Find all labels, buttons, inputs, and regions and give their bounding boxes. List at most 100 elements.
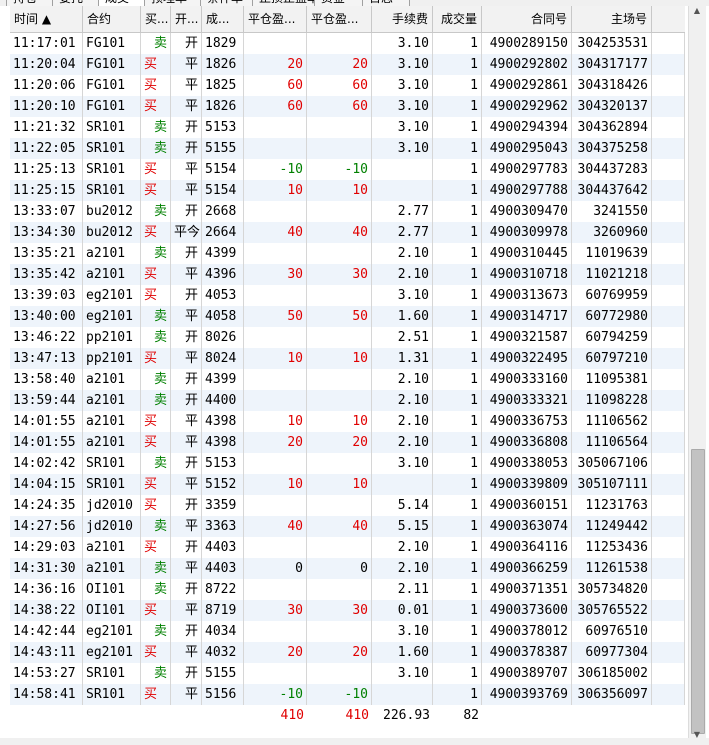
cell-order-id: 4900295043 bbox=[482, 138, 572, 159]
col-order-id-header[interactable]: 合同号 bbox=[482, 6, 572, 32]
vertical-scrollbar[interactable]: ▲ ▼ bbox=[688, 6, 706, 740]
table-row[interactable]: 14:04:15 SR101 买平 5152 10 10 1 4900339809 305107… bbox=[10, 474, 685, 495]
cell--spare bbox=[652, 96, 685, 117]
cell-time: 14:31:30 bbox=[10, 558, 83, 579]
col-time-header[interactable]: 时间 ▲ bbox=[10, 6, 83, 32]
cell-volume: 1 bbox=[433, 159, 482, 180]
scrollbar-thumb[interactable] bbox=[691, 449, 705, 734]
table-row[interactable]: 11:25:13 SR101 买平 5154 -10 -10 1 4900297783 3044… bbox=[10, 159, 685, 180]
col-offset-header[interactable]: 开... bbox=[171, 6, 202, 32]
cell-pnl: 40 bbox=[244, 516, 307, 537]
table-row[interactable]: 11:17:01 FG101 卖开 1829 3.10 1 4900289150 304253… bbox=[10, 33, 685, 54]
scroll-up-icon[interactable]: ▲ bbox=[691, 6, 703, 16]
table-row[interactable]: 11:20:10 FG101 买平 1826 60 60 3.10 1 4900292962 30… bbox=[10, 96, 685, 117]
table-row[interactable]: 11:20:04 FG101 买平 1826 20 20 3.10 1 4900292802 30… bbox=[10, 54, 685, 75]
table-row[interactable]: 11:21:32 SR101 卖开 5153 3.10 1 4900294394 304362… bbox=[10, 117, 685, 138]
cell-pnl: 10 bbox=[244, 474, 307, 495]
cell-exch-id: 304437642 bbox=[572, 180, 652, 201]
cell-price: 5154 bbox=[202, 180, 244, 201]
cell-offset: 开 bbox=[171, 138, 202, 159]
col-fee-header[interactable]: 手续费 bbox=[372, 6, 433, 32]
cell-exch-id: 60977304 bbox=[572, 642, 652, 663]
table-row[interactable]: 14:31:30 a2101 卖平 4403 0 0 2.10 1 4900366259 1126… bbox=[10, 558, 685, 579]
table-row[interactable]: 14:01:55 a2101 买平 4398 20 20 2.10 1 4900336808 11… bbox=[10, 432, 685, 453]
cell-fee: 2.10 bbox=[372, 411, 433, 432]
col-pnl-header[interactable]: 平仓盈... bbox=[244, 6, 307, 32]
table-row[interactable]: 13:46:22 pp2101 卖开 8026 2.51 1 4900321587 60794… bbox=[10, 327, 685, 348]
table-row[interactable]: 11:25:15 SR101 买平 5154 10 10 1 4900297788 304437… bbox=[10, 180, 685, 201]
cell-order-id: 4900297783 bbox=[482, 159, 572, 180]
table-row[interactable]: 13:33:07 bu2012 卖开 2668 2.77 1 4900309470 32415… bbox=[10, 201, 685, 222]
cell-offset: 开 bbox=[171, 537, 202, 558]
table-row[interactable]: 14:36:16 OI101 卖开 8722 2.11 1 4900371351 305734… bbox=[10, 579, 685, 600]
cell-fee: 2.10 bbox=[372, 369, 433, 390]
table-row[interactable]: 14:38:22 OI101 买平 8719 30 30 0.01 1 4900373600 30… bbox=[10, 600, 685, 621]
cell-pnl2 bbox=[307, 390, 372, 411]
table-row[interactable]: 14:29:03 a2101 买开 4403 2.10 1 4900364116 112534… bbox=[10, 537, 685, 558]
cell-price: 4403 bbox=[202, 558, 244, 579]
cell-price: 8024 bbox=[202, 348, 244, 369]
cell-volume: 1 bbox=[433, 411, 482, 432]
cell-contract: bu2012 bbox=[83, 201, 141, 222]
col-contract-header[interactable]: 合约 bbox=[83, 6, 141, 32]
cell-time: 11:25:15 bbox=[10, 180, 83, 201]
table-row[interactable]: 14:27:56 jd2010 卖平 3363 40 40 5.15 1 4900363074 1… bbox=[10, 516, 685, 537]
table-row[interactable]: 13:34:30 bu2012 买平今 2664 40 40 2.77 1 4900309978… bbox=[10, 222, 685, 243]
cell-pnl: 30 bbox=[244, 600, 307, 621]
table-row[interactable]: 13:58:40 a2101 卖开 4399 2.10 1 4900333160 110953… bbox=[10, 369, 685, 390]
table-row[interactable]: 13:47:13 pp2101 买平 8024 10 10 1.31 1 4900322495 6… bbox=[10, 348, 685, 369]
table-row[interactable]: 14:02:42 SR101 卖开 5153 3.10 1 4900338053 305067… bbox=[10, 453, 685, 474]
table-row[interactable]: 14:24:35 jd2010 买开 3359 5.14 1 4900360151 11231… bbox=[10, 495, 685, 516]
cell-volume: 1 bbox=[433, 495, 482, 516]
table-row[interactable]: 14:43:11 eg2101 买平 4032 20 20 1.60 1 4900378387 6… bbox=[10, 642, 685, 663]
table-row[interactable]: 14:01:55 a2101 买平 4398 10 10 2.10 1 4900336753 11… bbox=[10, 411, 685, 432]
cell-order-id: 4900371351 bbox=[482, 579, 572, 600]
cell-order-id: 4900393769 bbox=[482, 684, 572, 705]
cell-pnl: 20 bbox=[244, 432, 307, 453]
table-row[interactable]: 14:58:41 SR101 买平 5156 -10 -10 1 4900393769 3063… bbox=[10, 684, 685, 705]
cell-side: 卖 bbox=[141, 117, 171, 138]
cell--spare bbox=[652, 285, 685, 306]
cell-offset: 平 bbox=[171, 159, 202, 180]
cell-exch-id: 11098228 bbox=[572, 390, 652, 411]
col-price-header[interactable]: 成... bbox=[202, 6, 244, 32]
cell-exch-id: 305765522 bbox=[572, 600, 652, 621]
cell-time: 14:27:56 bbox=[10, 516, 83, 537]
cell-offset: 平 bbox=[171, 75, 202, 96]
cell-time: 14:02:42 bbox=[10, 453, 83, 474]
cell-time: 11:21:32 bbox=[10, 117, 83, 138]
cell-side: 买 bbox=[141, 600, 171, 621]
table-row[interactable]: 13:40:00 eg2101 卖平 4058 50 50 1.60 1 4900314717 6… bbox=[10, 306, 685, 327]
col-volume-header[interactable]: 成交量 bbox=[433, 6, 482, 32]
horizontal-scrollbar[interactable] bbox=[0, 738, 709, 745]
cell-pnl bbox=[244, 537, 307, 558]
table-row[interactable]: 13:35:21 a2101 卖开 4399 2.10 1 4900310445 110196… bbox=[10, 243, 685, 264]
cell-price: 5152 bbox=[202, 474, 244, 495]
table-row[interactable]: 13:59:44 a2101 卖开 4400 2.10 1 4900333321 110982… bbox=[10, 390, 685, 411]
cell-pnl: 60 bbox=[244, 96, 307, 117]
cell-contract: pp2101 bbox=[83, 348, 141, 369]
cell-pnl2 bbox=[307, 369, 372, 390]
cell-side: 买 bbox=[141, 684, 171, 705]
cell--spare bbox=[652, 54, 685, 75]
cell-offset: 开 bbox=[171, 663, 202, 684]
cell-contract: a2101 bbox=[83, 432, 141, 453]
table-row[interactable]: 11:20:06 FG101 买平 1825 60 60 3.10 1 4900292861 30… bbox=[10, 75, 685, 96]
col-side-header[interactable]: 买... bbox=[141, 6, 171, 32]
table-row[interactable]: 13:39:03 eg2101 买开 4053 3.10 1 4900313673 60769… bbox=[10, 285, 685, 306]
cell-pnl: 10 bbox=[244, 180, 307, 201]
total-pnl2: 410 bbox=[345, 708, 369, 723]
cell-pnl bbox=[244, 390, 307, 411]
cell-time: 11:22:05 bbox=[10, 138, 83, 159]
cell--spare bbox=[652, 600, 685, 621]
col-exch-id-header[interactable]: 主场号 bbox=[572, 6, 652, 32]
cell-contract: a2101 bbox=[83, 264, 141, 285]
table-row[interactable]: 13:35:42 a2101 买平 4396 30 30 2.10 1 4900310718 11… bbox=[10, 264, 685, 285]
cell-side: 买 bbox=[141, 75, 171, 96]
cell-contract: SR101 bbox=[83, 159, 141, 180]
table-row[interactable]: 11:22:05 SR101 卖开 5155 3.10 1 4900295043 304375… bbox=[10, 138, 685, 159]
table-row[interactable]: 14:53:27 SR101 卖开 5155 3.10 1 4900389707 306185… bbox=[10, 663, 685, 684]
table-row[interactable]: 14:42:44 eg2101 卖开 4034 3.10 1 4900378012 60976… bbox=[10, 621, 685, 642]
cell-pnl2 bbox=[307, 117, 372, 138]
col-pnl2-header[interactable]: 平仓盈... bbox=[307, 6, 372, 32]
